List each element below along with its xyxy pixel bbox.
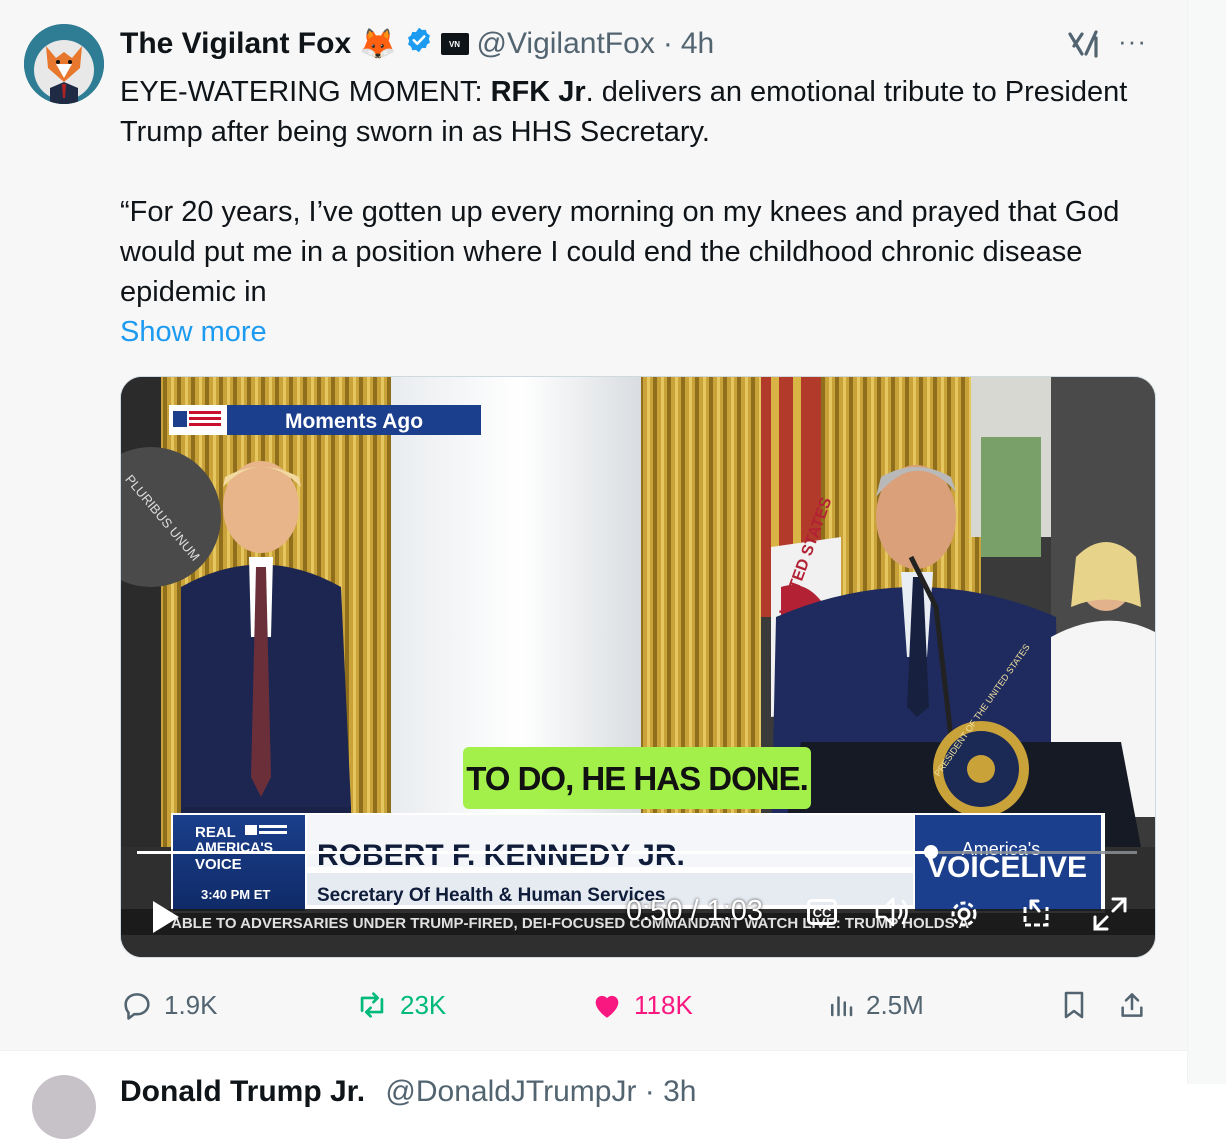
repost-button[interactable]: 23K [354, 988, 446, 1022]
share-icon [1121, 993, 1143, 1017]
tweet-header: The Vigilant Fox 🦊 VN @VigilantFox · 4h [120, 24, 714, 64]
moments-ago-banner: Moments Ago [169, 405, 481, 435]
video-player[interactable]: UNITED STATES PLURIBUS UNUM PRESIDENT OF… [120, 376, 1156, 958]
bookmark-button[interactable] [1058, 988, 1090, 1022]
captions-button[interactable]: CC [807, 899, 837, 925]
repost-count: 23K [400, 989, 447, 1020]
like-count: 118K [634, 989, 693, 1020]
tweet-actions: 1.9K 23K 118K 2.5M [120, 980, 1160, 1030]
progress-fill [137, 851, 931, 854]
affiliate-badge[interactable]: VN [440, 33, 469, 55]
tweet-headline: EYE-WATERING MOMENT: RFK Jr. delivers an… [120, 72, 1130, 152]
heart-icon [595, 995, 619, 1018]
time-display: 0:50 / 1:03 [626, 895, 764, 927]
show-more-link[interactable]: Show more [120, 312, 1130, 352]
picture-in-picture-icon[interactable] [1019, 897, 1053, 931]
news-ticker: ABLE TO ADVERSARIES UNDER TRUMP-FIRED, D… [171, 915, 969, 932]
captions-label: CC [812, 904, 832, 920]
repost-icon [360, 992, 384, 1018]
grok-icon[interactable] [1066, 28, 1102, 60]
network-line3: VOICE [195, 856, 242, 873]
next-tweet[interactable]: Donald Trump Jr. @DonaldJTrumpJr · 3h [0, 1050, 1187, 1139]
author-handle[interactable]: @VigilantFox [477, 27, 655, 61]
reply-button[interactable]: 1.9K [120, 988, 218, 1022]
next-tweet-avatar[interactable] [32, 1075, 96, 1139]
view-count: 2.5M [866, 989, 924, 1020]
headline-bold: RFK Jr [490, 76, 586, 108]
views-button[interactable]: 2.5M [826, 988, 924, 1022]
views-icon [831, 996, 853, 1017]
right-rail [1187, 0, 1226, 1084]
tweet-body: EYE-WATERING MOMENT: RFK Jr. delivers an… [120, 72, 1130, 352]
bookmark-icon [1064, 991, 1084, 1019]
next-tweet-author[interactable]: Donald Trump Jr. [120, 1075, 365, 1108]
share-button[interactable] [1116, 988, 1148, 1022]
brand-bottom: VOICELIVE [927, 851, 1087, 884]
verified-badge-icon[interactable] [405, 26, 433, 62]
volume-icon[interactable] [873, 895, 913, 929]
network-time: 3:40 PM ET [201, 887, 270, 902]
progress-handle [924, 845, 938, 859]
fox-emoji: 🦊 [359, 27, 397, 61]
lower-third-name: ROBERT F. KENNEDY JR. [317, 839, 685, 872]
tweet-quote: “For 20 years, I’ve gotten up every morn… [120, 196, 1120, 308]
tweet[interactable]: The Vigilant Fox 🦊 VN @VigilantFox · 4h … [0, 0, 1187, 1050]
tweet-time[interactable]: 4h [681, 27, 714, 61]
reply-count: 1.9K [164, 989, 218, 1020]
play-button[interactable] [149, 897, 183, 937]
reply-icon [124, 993, 150, 1020]
author-avatar[interactable] [24, 24, 104, 104]
separator: · [662, 27, 673, 60]
caption-box: TO DO, HE HAS DONE. [463, 747, 811, 809]
headline-prefix: EYE-WATERING MOMENT: [120, 76, 491, 108]
fullscreen-icon[interactable] [1091, 895, 1129, 933]
lower-third-title: Secretary Of Health & Human Services [317, 885, 666, 906]
like-button[interactable]: 118K [590, 988, 693, 1022]
more-options-icon[interactable]: ··· [1118, 26, 1147, 57]
moments-ago-text: Moments Ago [285, 410, 423, 433]
author-name[interactable]: The Vigilant Fox [120, 27, 351, 61]
caption-text: TO DO, HE HAS DONE. [466, 760, 808, 797]
settings-gear-icon[interactable] [947, 897, 981, 931]
next-tweet-handle[interactable]: @DonaldJTrumpJr · 3h [385, 1075, 696, 1108]
